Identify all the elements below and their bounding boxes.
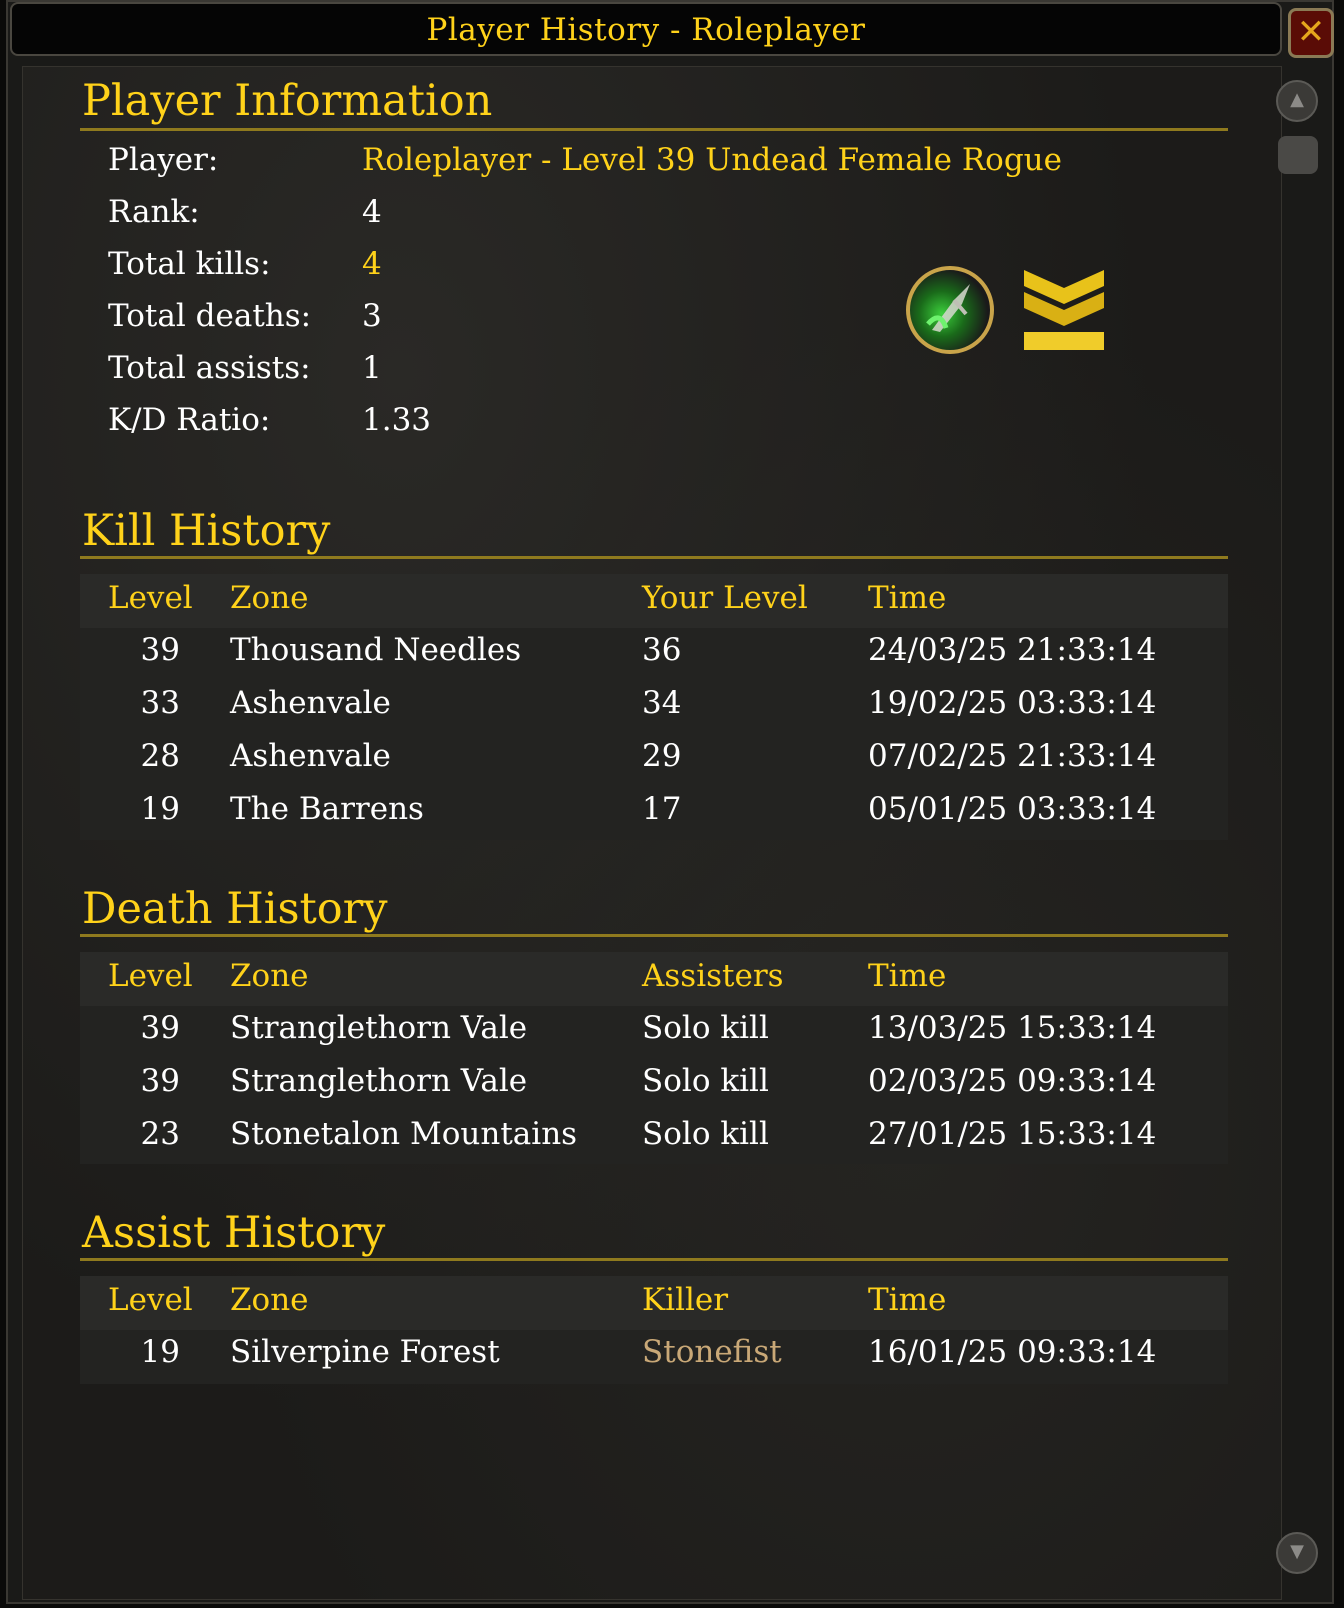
column-header-your-level[interactable]: Your Level <box>642 580 808 616</box>
column-header-level[interactable]: Level <box>108 580 193 616</box>
rank-chevron-icon[interactable] <box>1024 270 1104 352</box>
zone-cell: Silverpine Forest <box>230 1334 500 1370</box>
time-cell: 13/03/25 15:33:14 <box>868 1010 1157 1046</box>
time-cell: 16/01/25 09:33:14 <box>868 1334 1157 1370</box>
zone-cell: Stranglethorn Vale <box>230 1063 528 1099</box>
total-assists-value: 1 <box>362 350 382 386</box>
scroll-up-button[interactable]: ▲ <box>1276 80 1318 122</box>
kill-history-heading: Kill History <box>82 506 331 556</box>
rank-label: Rank: <box>108 194 200 230</box>
your-level-cell: 29 <box>642 738 682 774</box>
zone-cell: Thousand Needles <box>230 632 522 668</box>
kill-history-table: 39 Thousand Needles 36 24/03/25 21:33:14… <box>80 628 1228 840</box>
zone-cell: Stonetalon Mountains <box>230 1116 578 1152</box>
column-header-level[interactable]: Level <box>108 958 193 994</box>
assist-history-table: 19 Silverpine Forest Stonefist 16/01/25 … <box>80 1330 1228 1384</box>
column-header-time[interactable]: Time <box>868 580 946 616</box>
player-info-heading: Player Information <box>82 76 493 126</box>
arrow-up-icon: ▲ <box>1290 89 1304 110</box>
section-divider <box>80 934 1228 937</box>
close-icon: ✕ <box>1296 12 1326 52</box>
kd-ratio-value: 1.33 <box>362 402 432 438</box>
table-row[interactable]: 39 Stranglethorn Vale Solo kill 13/03/25… <box>80 1006 1228 1059</box>
level-cell: 23 <box>140 1116 180 1152</box>
time-cell: 24/03/25 21:33:14 <box>868 632 1157 668</box>
level-cell: 39 <box>140 632 180 668</box>
time-cell: 19/02/25 03:33:14 <box>868 685 1157 721</box>
column-header-zone[interactable]: Zone <box>230 958 309 994</box>
level-cell: 19 <box>140 791 180 827</box>
section-divider <box>80 128 1228 131</box>
death-history-header: Level Zone Assisters Time <box>80 952 1228 1006</box>
assisters-cell: Solo kill <box>642 1063 769 1099</box>
title-bar[interactable]: Player History - Roleplayer <box>10 2 1282 56</box>
assisters-cell: Solo kill <box>642 1010 769 1046</box>
table-row[interactable]: 23 Stonetalon Mountains Solo kill 27/01/… <box>80 1112 1228 1165</box>
kd-ratio-label: K/D Ratio: <box>108 402 271 438</box>
close-button[interactable]: ✕ <box>1288 8 1334 58</box>
column-header-zone[interactable]: Zone <box>230 580 309 616</box>
kill-history-header: Level Zone Your Level Time <box>80 574 1228 628</box>
level-cell: 39 <box>140 1010 180 1046</box>
assist-history-header: Level Zone Killer Time <box>80 1276 1228 1330</box>
level-cell: 39 <box>140 1063 180 1099</box>
level-cell: 33 <box>140 685 180 721</box>
killer-cell: Stonefist <box>642 1334 782 1370</box>
table-row[interactable]: 33 Ashenvale 34 19/02/25 03:33:14 <box>80 681 1228 734</box>
total-kills-label: Total kills: <box>108 246 271 282</box>
time-cell: 27/01/25 15:33:14 <box>868 1116 1157 1152</box>
level-cell: 28 <box>140 738 180 774</box>
column-header-level[interactable]: Level <box>108 1282 193 1318</box>
zone-cell: The Barrens <box>230 791 424 827</box>
scrollbar-thumb[interactable] <box>1278 136 1318 174</box>
zone-cell: Ashenvale <box>230 685 391 721</box>
time-cell: 05/01/25 03:33:14 <box>868 791 1157 827</box>
assisters-cell: Solo kill <box>642 1116 769 1152</box>
zone-cell: Stranglethorn Vale <box>230 1010 528 1046</box>
table-row[interactable]: 19 Silverpine Forest Stonefist 16/01/25 … <box>80 1330 1228 1383</box>
total-assists-label: Total assists: <box>108 350 311 386</box>
your-level-cell: 34 <box>642 685 682 721</box>
zone-cell: Ashenvale <box>230 738 391 774</box>
player-label: Player: <box>108 142 219 178</box>
your-level-cell: 17 <box>642 791 682 827</box>
rank-value: 4 <box>362 194 382 230</box>
death-history-heading: Death History <box>82 884 388 934</box>
level-cell: 19 <box>140 1334 180 1370</box>
arrow-down-icon: ▼ <box>1290 1541 1304 1562</box>
table-row[interactable]: 19 The Barrens 17 05/01/25 03:33:14 <box>80 787 1228 840</box>
total-deaths-label: Total deaths: <box>108 298 312 334</box>
scroll-down-button[interactable]: ▼ <box>1276 1532 1318 1574</box>
column-header-assisters[interactable]: Assisters <box>642 958 784 994</box>
your-level-cell: 36 <box>642 632 682 668</box>
column-header-time[interactable]: Time <box>868 958 946 994</box>
assist-history-heading: Assist History <box>82 1208 386 1258</box>
table-row[interactable]: 39 Stranglethorn Vale Solo kill 02/03/25… <box>80 1059 1228 1112</box>
column-header-zone[interactable]: Zone <box>230 1282 309 1318</box>
table-row[interactable]: 28 Ashenvale 29 07/02/25 21:33:14 <box>80 734 1228 787</box>
window-title: Player History - Roleplayer <box>426 12 866 48</box>
rogue-spell-icon[interactable] <box>906 266 994 354</box>
time-cell: 02/03/25 09:33:14 <box>868 1063 1157 1099</box>
player-value: Roleplayer - Level 39 Undead Female Rogu… <box>362 142 1062 178</box>
total-kills-value: 4 <box>362 246 382 282</box>
column-header-killer[interactable]: Killer <box>642 1282 728 1318</box>
death-history-table: 39 Stranglethorn Vale Solo kill 13/03/25… <box>80 1006 1228 1164</box>
total-deaths-value: 3 <box>362 298 382 334</box>
section-divider <box>80 556 1228 559</box>
time-cell: 07/02/25 21:33:14 <box>868 738 1157 774</box>
section-divider <box>80 1258 1228 1261</box>
table-row[interactable]: 39 Thousand Needles 36 24/03/25 21:33:14 <box>80 628 1228 681</box>
column-header-time[interactable]: Time <box>868 1282 946 1318</box>
